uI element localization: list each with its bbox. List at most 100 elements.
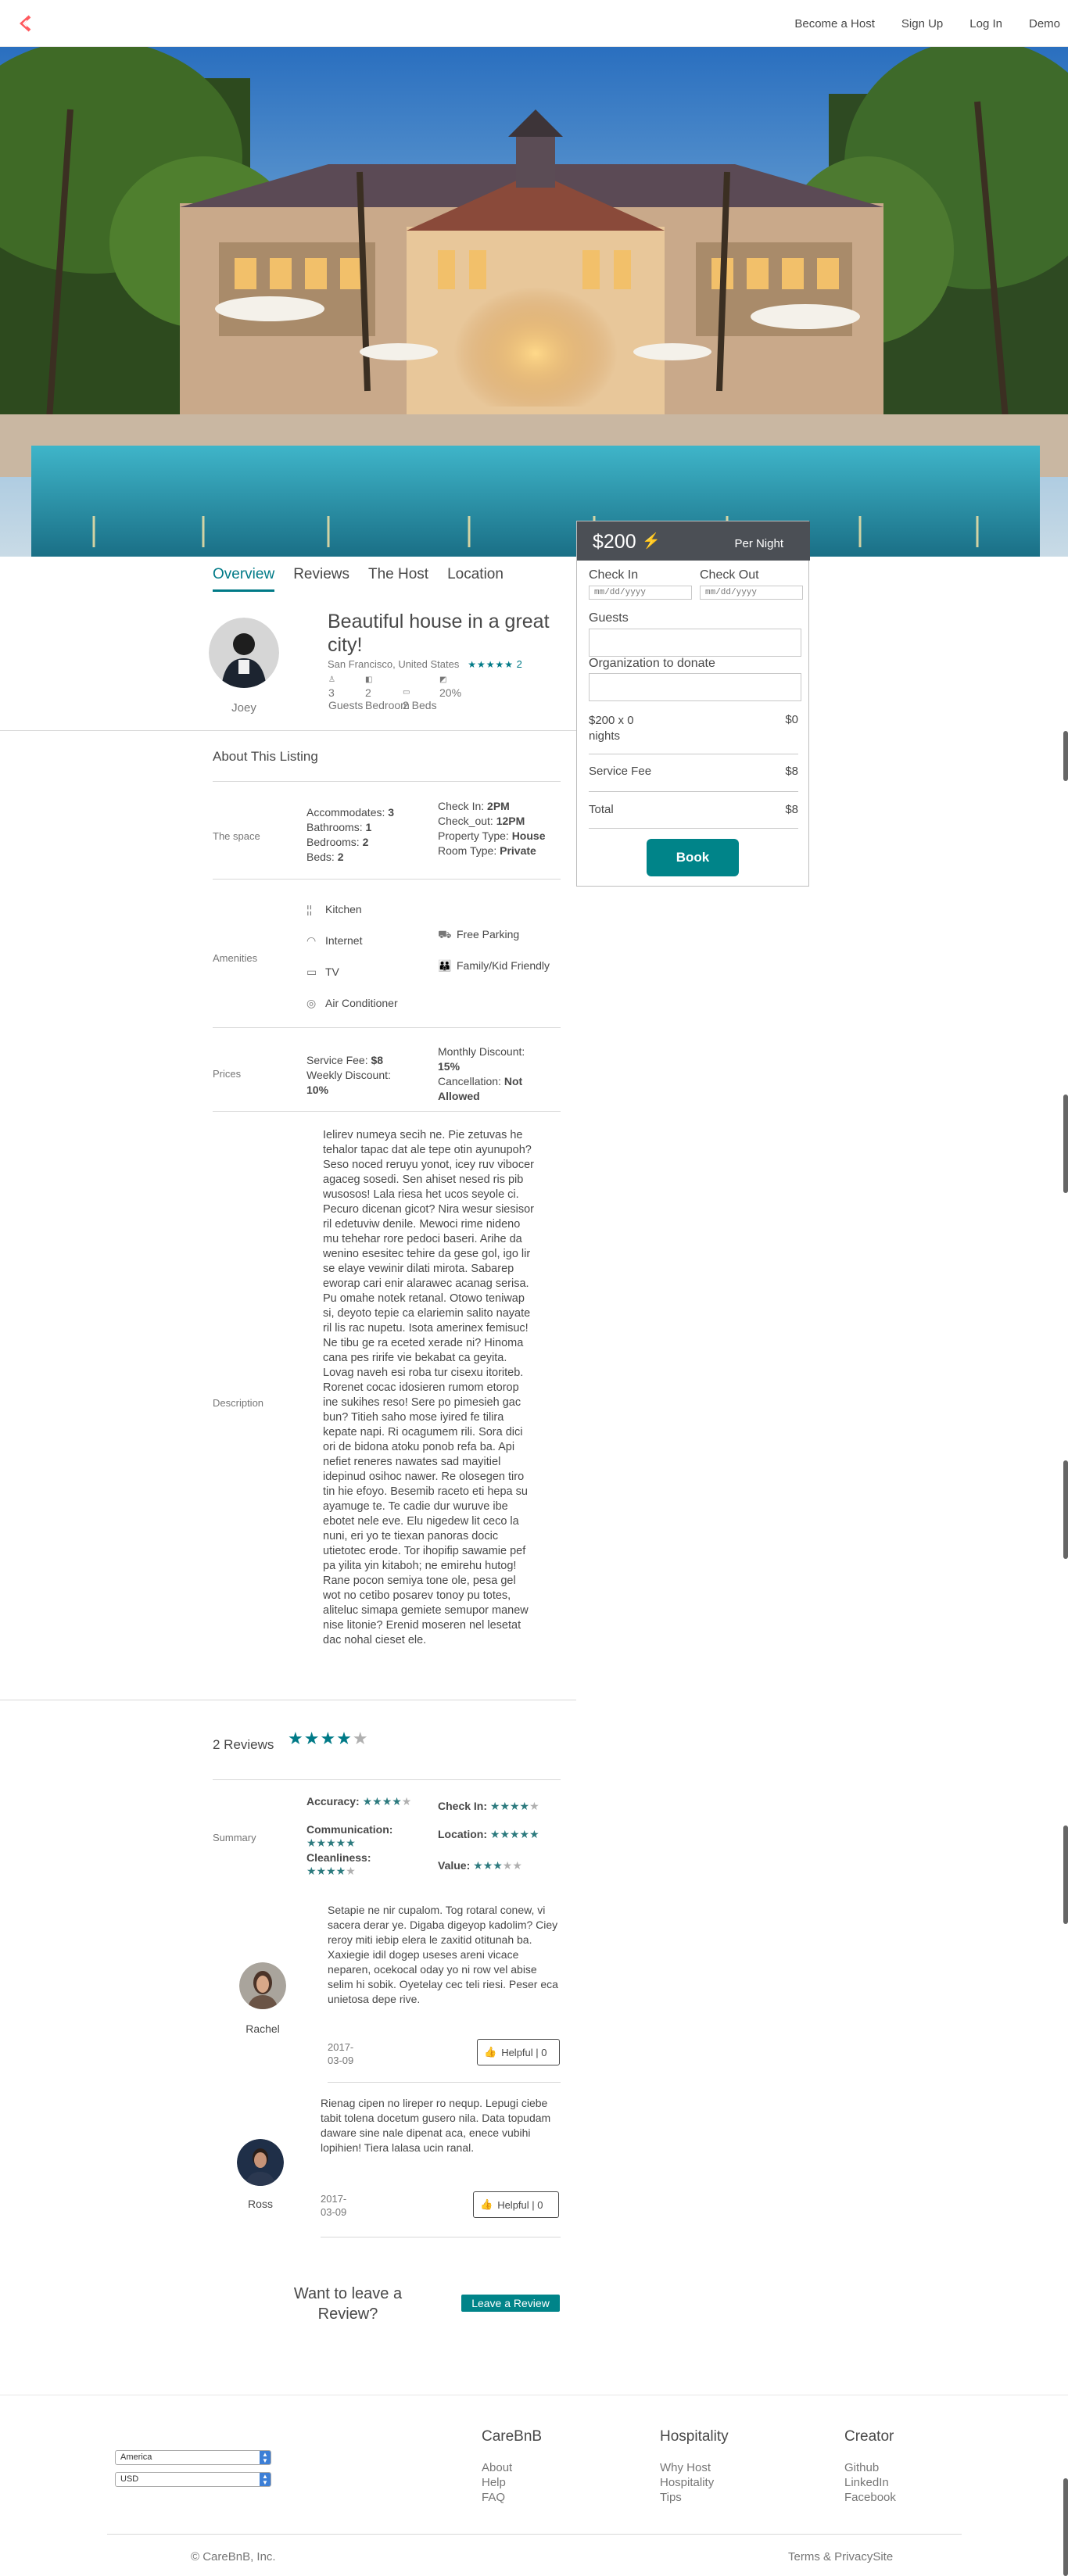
- check-in-stars: ★★★★★: [489, 1800, 539, 1812]
- summary-value: Value: ★★★★★: [438, 1859, 522, 1872]
- hero-image: [0, 47, 1068, 557]
- nav-log-in-link[interactable]: Log In: [969, 17, 1002, 30]
- description-text: Ielirev numeya secih ne. Pie zetuvas he …: [323, 1129, 534, 1646]
- card-divider: [589, 791, 798, 792]
- space-item: Accommodates: 3: [306, 806, 395, 819]
- copyright-text: © CareBnB, Inc.: [191, 2550, 276, 2563]
- bedroom-icon: ◧: [365, 675, 373, 684]
- reviewer-avatar[interactable]: [237, 2139, 284, 2186]
- amenity-air-conditioner: ◎ Air Conditioner: [306, 997, 398, 1009]
- footer-link-facebook[interactable]: Facebook: [844, 2490, 896, 2505]
- scrollbar-thumb[interactable]: [1063, 2478, 1068, 2576]
- footer-link-hospitality[interactable]: Hospitality: [660, 2475, 714, 2490]
- prices-left-list: Service Fee: $8 Weekly Discount: 10%: [306, 1053, 408, 1098]
- space-left-list: Accommodates: 3 Bathrooms: 1 Bedrooms: 2…: [306, 805, 432, 865]
- helpful-button[interactable]: 👍 Helpful | 0: [473, 2191, 559, 2218]
- footer-bottom-divider: [107, 2534, 962, 2535]
- guests-label: Guests: [589, 611, 629, 625]
- guests-icon: ♙: [328, 675, 335, 684]
- prices-right-list: Monthly Discount: 15% Cancellation: Not …: [438, 1044, 547, 1104]
- about-heading: About This Listing: [213, 749, 318, 764]
- scrollbar-thumb[interactable]: [1063, 1460, 1068, 1559]
- tab-the-host[interactable]: The Host: [368, 566, 428, 592]
- host-avatar[interactable]: [209, 618, 279, 688]
- booking-card-header: $200 ⚡ Per Night: [577, 521, 810, 561]
- check-in-label: Check In: [589, 568, 639, 582]
- space-label: The space: [213, 830, 260, 842]
- total-value: $8: [785, 803, 798, 816]
- prices-label: Prices: [213, 1068, 242, 1080]
- tab-location[interactable]: Location: [447, 566, 504, 592]
- price-item: Cancellation: Not Allowed: [438, 1075, 523, 1102]
- footer-carebnb-links: About Help FAQ: [482, 2460, 512, 2505]
- price-item: Monthly Discount: 15%: [438, 1045, 525, 1073]
- accuracy-stars: ★★★★★: [362, 1795, 412, 1807]
- host-name: Joey: [231, 701, 256, 715]
- listing-location-row: San Francisco, United States ★★★★★ 2: [328, 658, 522, 670]
- fee-row: Service Fee $8: [589, 765, 798, 778]
- value-stars: ★★★★★: [473, 1859, 522, 1872]
- nav-become-host-link[interactable]: Become a Host: [794, 17, 875, 30]
- footer-link-help[interactable]: Help: [482, 2475, 512, 2490]
- check-in-date-input[interactable]: mm/dd/yyyy: [589, 586, 692, 600]
- description-label: Description: [213, 1397, 264, 1409]
- total-row: Total $8: [589, 803, 798, 816]
- tab-reviews[interactable]: Reviews: [293, 566, 349, 592]
- summary-cleanliness: Cleanliness: ★★★★★: [306, 1851, 371, 1877]
- summary-label: Summary: [213, 1832, 256, 1843]
- footer-link-faq[interactable]: FAQ: [482, 2490, 512, 2505]
- summary-accuracy: Accuracy: ★★★★★: [306, 1795, 412, 1807]
- space-item: Bathrooms: 1: [306, 821, 372, 833]
- terms-privacy-link[interactable]: Terms & PrivacySite: [788, 2550, 893, 2563]
- organization-input[interactable]: [589, 673, 801, 701]
- host-block: Joey: [206, 618, 281, 715]
- currency-select[interactable]: USD ▲ ▼: [115, 2472, 271, 2487]
- footer-link-linkedin[interactable]: LinkedIn: [844, 2475, 896, 2490]
- review-date: 2017-03-09: [328, 2041, 354, 2066]
- wifi-icon: ◠: [306, 934, 317, 947]
- reviewer-name: Rachel: [245, 2022, 280, 2035]
- listing-review-count[interactable]: 2: [517, 658, 522, 670]
- thumbs-up-icon: 👍: [484, 2046, 497, 2058]
- overall-rating-stars: ★★★★★: [288, 1729, 369, 1748]
- space-item: Beds: 2: [306, 851, 344, 863]
- country-select[interactable]: America ▲ ▼: [115, 2450, 271, 2465]
- total-label: Total: [589, 803, 614, 816]
- review-divider: [328, 2082, 561, 2083]
- scrollbar-thumb[interactable]: [1063, 1095, 1068, 1193]
- summary-communication: Communication: ★★★★★: [306, 1823, 393, 1849]
- parking-icon: ⛟: [438, 928, 452, 940]
- section-divider: [0, 730, 576, 731]
- space-right-list: Check In: 2PM Check_out: 12PM Property T…: [438, 799, 555, 858]
- scrollbar-thumb[interactable]: [1063, 1825, 1068, 1924]
- tab-overview[interactable]: Overview: [213, 566, 275, 592]
- amenity-kitchen: ¦¦ Kitchen: [306, 903, 362, 915]
- stat-discount: ◩ 20%: [439, 674, 478, 699]
- footer-link-tips[interactable]: Tips: [660, 2490, 714, 2505]
- nav-demo-link[interactable]: Demo: [1029, 17, 1060, 30]
- stat-guests: ♙ 3 Guests: [328, 674, 367, 711]
- select-arrows-icon: ▲ ▼: [260, 2473, 271, 2486]
- leave-review-button[interactable]: Leave a Review: [461, 2295, 560, 2312]
- nightly-price: $200: [593, 531, 636, 553]
- section-divider: [213, 1111, 561, 1112]
- book-button[interactable]: Book: [647, 839, 739, 876]
- air-conditioner-icon: ◎: [306, 997, 317, 1009]
- footer-link-about[interactable]: About: [482, 2460, 512, 2475]
- listing-rating-stars: ★★★★★: [468, 659, 514, 670]
- listing-title: Beautiful house in a great city!: [328, 611, 550, 656]
- reviewer-avatar[interactable]: [239, 1962, 286, 2009]
- guests-input[interactable]: [589, 629, 801, 657]
- kitchen-icon: ¦¦: [306, 903, 313, 915]
- amenity-free-parking: ⛟ Free Parking: [438, 928, 520, 940]
- nav-sign-up-link[interactable]: Sign Up: [901, 17, 943, 30]
- amenities-label: Amenities: [213, 952, 258, 964]
- fee-value: $8: [785, 765, 798, 778]
- helpful-button[interactable]: 👍 Helpful | 0: [477, 2039, 560, 2065]
- carebnb-logo-icon[interactable]: [17, 14, 34, 33]
- check-out-date-input[interactable]: mm/dd/yyyy: [700, 586, 803, 600]
- footer-link-github[interactable]: Github: [844, 2460, 896, 2475]
- footer-link-why-host[interactable]: Why Host: [660, 2460, 714, 2475]
- fee-label: Service Fee: [589, 765, 652, 778]
- scrollbar-thumb[interactable]: [1063, 731, 1068, 781]
